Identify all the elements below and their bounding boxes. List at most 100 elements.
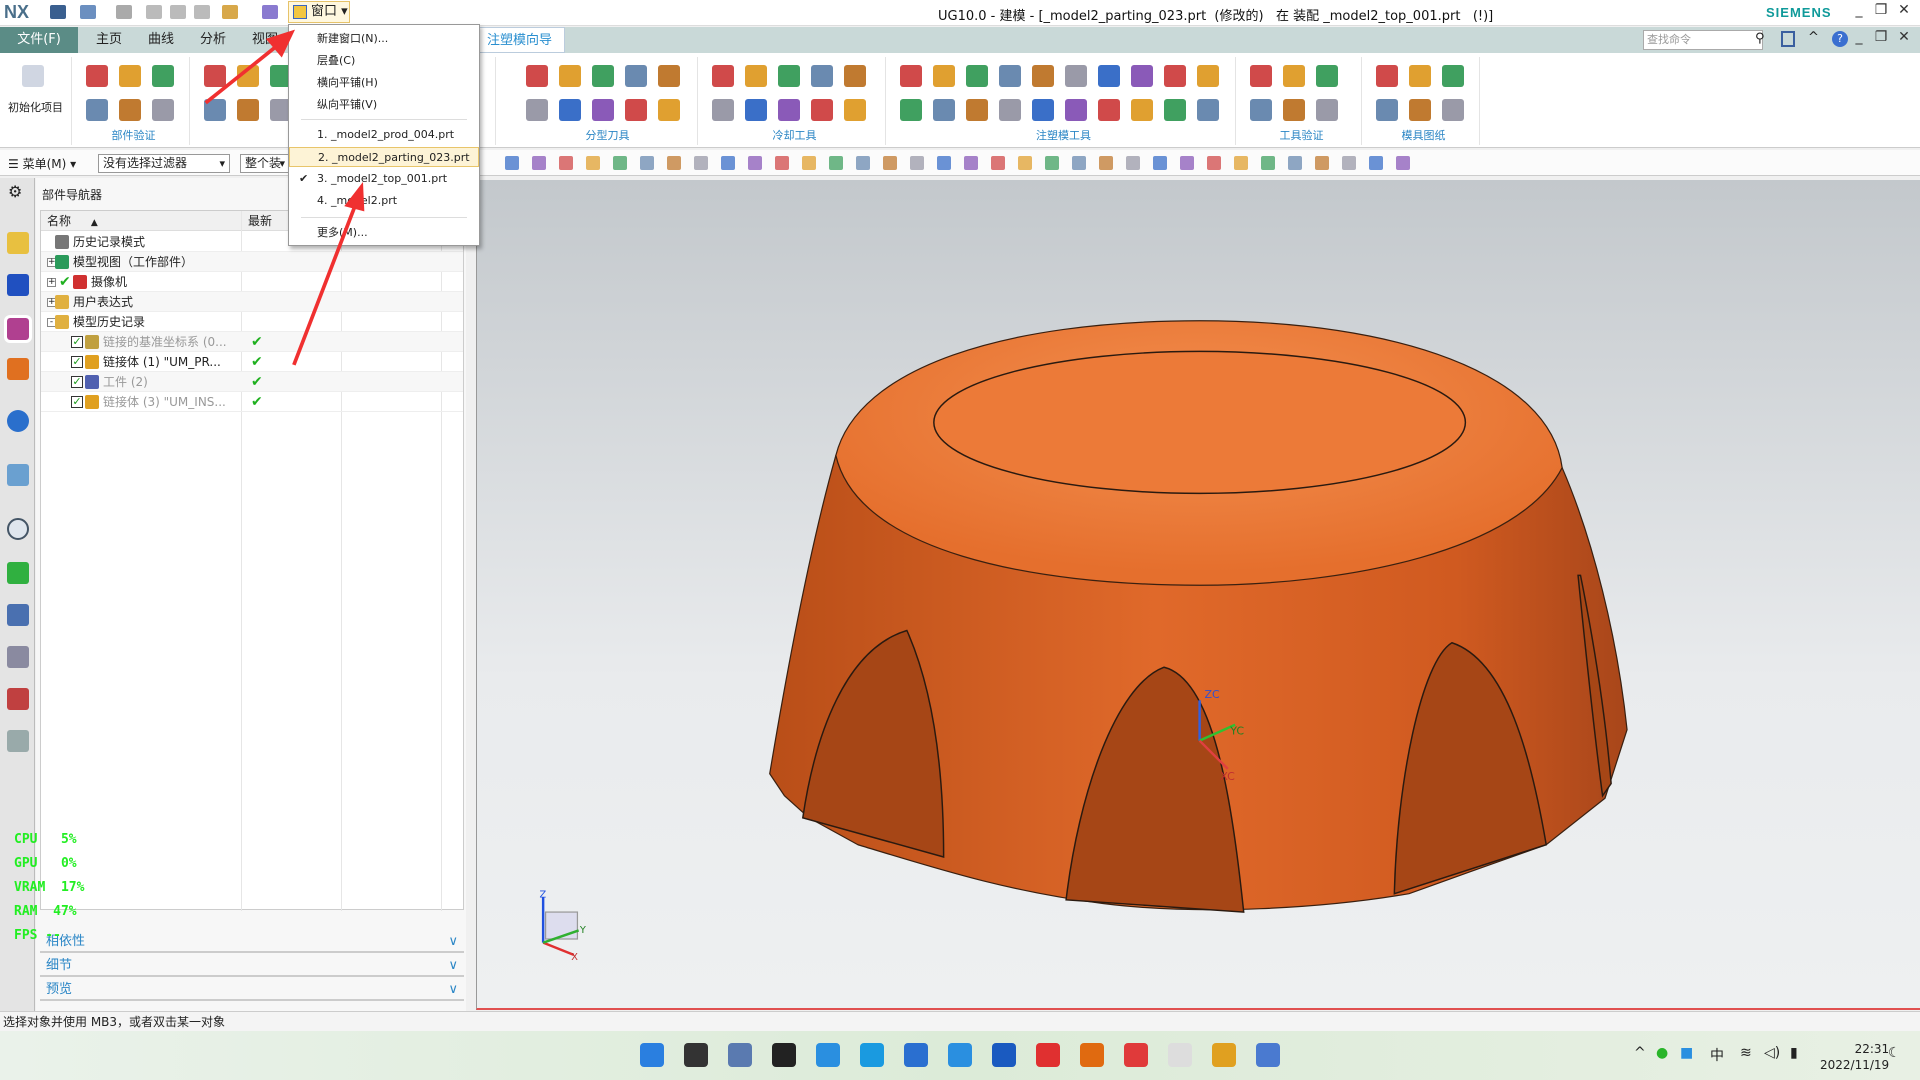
terminal-icon[interactable] xyxy=(772,1043,796,1067)
tab-mold-wizard[interactable]: 注塑模向导 xyxy=(474,27,566,53)
ribbon-tool-icon[interactable] xyxy=(1197,65,1219,87)
ribbon-tool-icon[interactable] xyxy=(86,65,108,87)
doc-restore-button[interactable]: ❐ xyxy=(1870,29,1892,49)
init-project-label[interactable]: 初始化项目 xyxy=(8,99,63,115)
reuse-library-icon[interactable] xyxy=(7,358,29,380)
tree-row[interactable]: + ✔ 摄像机 xyxy=(41,272,463,292)
snap-tool-icon[interactable] xyxy=(883,156,897,170)
ribbon-tool-icon[interactable] xyxy=(933,99,955,121)
menu-item-file[interactable]: 1. _model2_prod_004.prt xyxy=(289,125,479,145)
undo-icon[interactable] xyxy=(80,5,96,19)
app-tray-icon[interactable]: ■ xyxy=(1680,1045,1693,1061)
panel-details[interactable]: 细节 ∨ xyxy=(40,955,464,977)
ribbon-tool-icon[interactable] xyxy=(592,99,614,121)
battery-icon[interactable]: ▮ xyxy=(1790,1045,1798,1061)
expand-toggle[interactable]: + xyxy=(47,278,56,287)
panel-preview[interactable]: 预览 ∨ xyxy=(40,979,464,1001)
tree-row[interactable]: ✓ 链接的基准坐标系 (0... ✔ xyxy=(41,332,463,352)
ribbon-tool-icon[interactable] xyxy=(999,65,1021,87)
ribbon-tool-icon[interactable] xyxy=(1442,65,1464,87)
checkbox[interactable]: ✓ xyxy=(71,376,83,388)
ribbon-tool-icon[interactable] xyxy=(86,99,108,121)
snap-tool-icon[interactable] xyxy=(1288,156,1302,170)
todo-icon[interactable] xyxy=(948,1043,972,1067)
ribbon-tool-icon[interactable] xyxy=(745,65,767,87)
tree-row[interactable]: ✓ 链接体 (3) "UM_INS... ✔ xyxy=(41,392,463,412)
assembly-navigator-icon[interactable] xyxy=(7,232,29,254)
tab-file[interactable]: 文件(F) xyxy=(0,27,78,53)
snap-tool-icon[interactable] xyxy=(829,156,843,170)
snap-tool-icon[interactable] xyxy=(937,156,951,170)
ribbon-tool-icon[interactable] xyxy=(1164,65,1186,87)
search-icon[interactable]: ⚲ xyxy=(1755,31,1765,46)
ime-indicator[interactable]: 中 xyxy=(1710,1045,1724,1065)
repeat-command-icon[interactable] xyxy=(222,5,238,19)
column-name-header[interactable]: 名称 ▲ xyxy=(41,211,241,231)
part-navigator-icon[interactable] xyxy=(4,315,32,343)
snap-tool-icon[interactable] xyxy=(667,156,681,170)
ribbon-tool-icon[interactable] xyxy=(712,65,734,87)
volume-icon[interactable]: ◁) xyxy=(1764,1045,1780,1061)
ribbon-tool-icon[interactable] xyxy=(1098,65,1120,87)
mail-icon[interactable] xyxy=(904,1043,928,1067)
snap-tool-icon[interactable] xyxy=(613,156,627,170)
ribbon-tool-icon[interactable] xyxy=(844,99,866,121)
menu-button[interactable]: ☰ 菜单(M) ▾ xyxy=(8,155,76,172)
cut-icon[interactable] xyxy=(146,5,162,19)
ribbon-tool-icon[interactable] xyxy=(1065,65,1087,87)
ribbon-tool-icon[interactable] xyxy=(204,99,226,121)
snap-tool-icon[interactable] xyxy=(1099,156,1113,170)
ribbon-tool-icon[interactable] xyxy=(658,65,680,87)
ribbon-tool-icon[interactable] xyxy=(745,99,767,121)
wifi-icon[interactable]: ≋ xyxy=(1740,1045,1752,1061)
command-search-input[interactable]: 查找命令 xyxy=(1643,30,1763,50)
ribbon-tool-icon[interactable] xyxy=(119,99,141,121)
init-project-icon[interactable] xyxy=(22,65,44,87)
snap-tool-icon[interactable] xyxy=(1396,156,1410,170)
ribbon-tool-icon[interactable] xyxy=(1283,99,1305,121)
ribbon-tool-icon[interactable] xyxy=(237,65,259,87)
save-icon[interactable] xyxy=(50,5,66,19)
roles-icon[interactable] xyxy=(7,604,29,626)
snap-tool-icon[interactable] xyxy=(910,156,924,170)
snap-tool-icon[interactable] xyxy=(1153,156,1167,170)
settings-gear-icon[interactable]: ⚙ xyxy=(8,182,22,201)
snap-tool-icon[interactable] xyxy=(1369,156,1383,170)
ribbon-tool-icon[interactable] xyxy=(1409,99,1431,121)
ribbon-tool-icon[interactable] xyxy=(1409,65,1431,87)
ribbon-tool-icon[interactable] xyxy=(152,65,174,87)
ribbon-tool-icon[interactable] xyxy=(152,99,174,121)
ribbon-tool-icon[interactable] xyxy=(900,99,922,121)
tab-view[interactable]: 视图 xyxy=(240,27,290,53)
edge-icon[interactable] xyxy=(860,1043,884,1067)
snap-tool-icon[interactable] xyxy=(721,156,735,170)
chrome-icon[interactable] xyxy=(1212,1043,1236,1067)
snap-tool-icon[interactable] xyxy=(964,156,978,170)
ribbon-tool-icon[interactable] xyxy=(900,65,922,87)
ribbon-tool-icon[interactable] xyxy=(625,99,647,121)
snap-tool-icon[interactable] xyxy=(856,156,870,170)
snap-tool-icon[interactable] xyxy=(1180,156,1194,170)
selection-scope-dropdown[interactable]: 整个装配 xyxy=(240,154,290,173)
ribbon-tool-icon[interactable] xyxy=(1376,99,1398,121)
snap-tool-icon[interactable] xyxy=(1018,156,1032,170)
snap-tool-icon[interactable] xyxy=(694,156,708,170)
ribbon-tool-icon[interactable] xyxy=(204,65,226,87)
ribbon-tool-icon[interactable] xyxy=(237,99,259,121)
tree-row[interactable]: ✓ 链接体 (1) "UM_PR... ✔ xyxy=(41,352,463,372)
nx-taskbar-icon[interactable] xyxy=(1256,1043,1280,1067)
snap-tool-icon[interactable] xyxy=(1261,156,1275,170)
clock-icon[interactable] xyxy=(7,518,29,540)
ribbon-tool-icon[interactable] xyxy=(778,65,800,87)
word-icon[interactable] xyxy=(992,1043,1016,1067)
ribbon-tool-icon[interactable] xyxy=(1316,65,1338,87)
constraint-navigator-icon[interactable] xyxy=(7,274,29,296)
ribbon-tool-icon[interactable] xyxy=(811,65,833,87)
ribbon-tool-icon[interactable] xyxy=(526,99,548,121)
app-icon[interactable] xyxy=(1124,1043,1148,1067)
app-icon[interactable] xyxy=(1080,1043,1104,1067)
ribbon-tool-icon[interactable] xyxy=(999,99,1021,121)
snap-tool-icon[interactable] xyxy=(640,156,654,170)
graphics-viewport[interactable]: ZC YC XC Z Y X xyxy=(476,180,1920,1010)
redo-icon[interactable] xyxy=(116,5,132,19)
